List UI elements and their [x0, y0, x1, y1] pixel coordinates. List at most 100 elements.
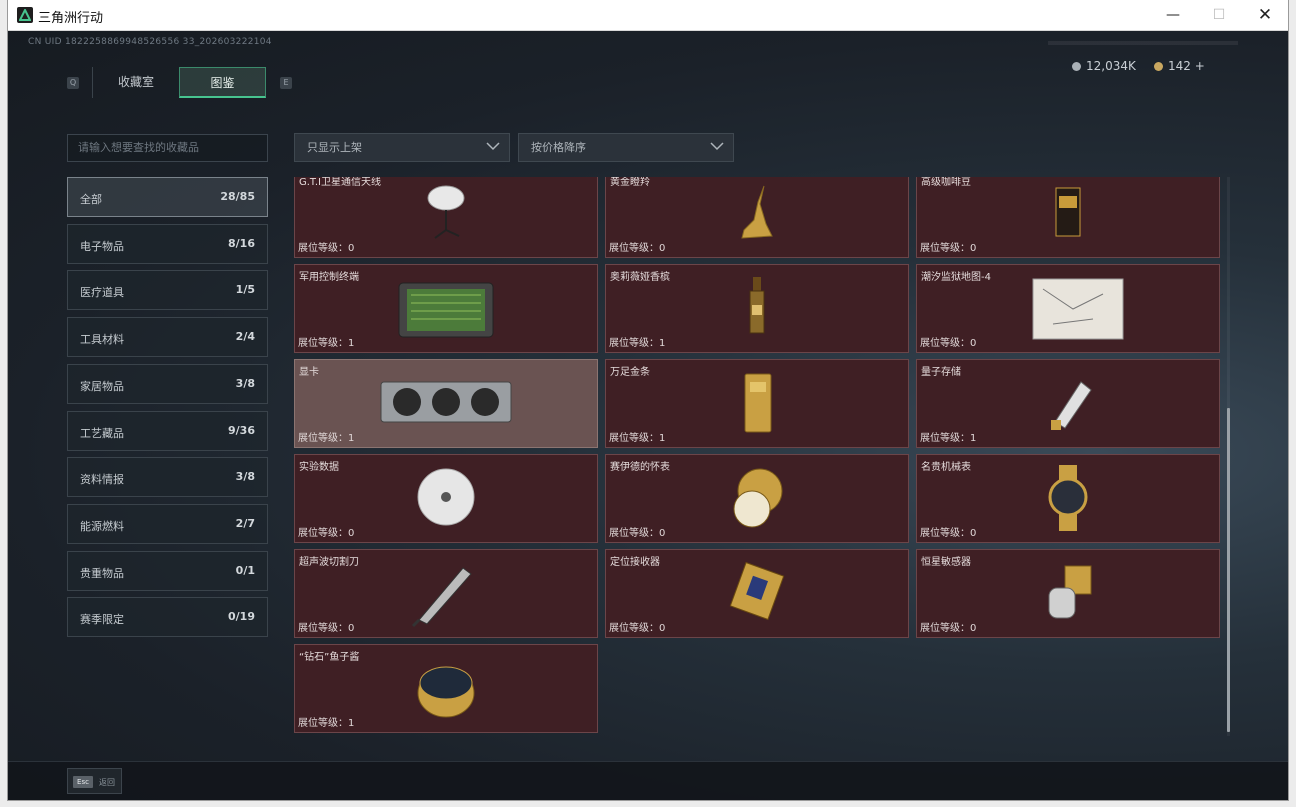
- category-item[interactable]: 电子物品 8/16: [67, 223, 268, 264]
- item-level: 展位等级：0: [609, 623, 666, 634]
- item-name: 军用控制终端: [299, 272, 359, 283]
- category-item[interactable]: 工具材料 2/4: [67, 317, 268, 358]
- category-count: 2/7: [235, 516, 255, 530]
- search-input[interactable]: 请输入想要查找的收藏品: [67, 134, 268, 162]
- caviar-tin-icon: [417, 666, 475, 718]
- control-terminal-icon: [398, 282, 494, 338]
- category-item[interactable]: 家居物品 3/8: [67, 363, 268, 404]
- item-level: 展位等级：1: [298, 433, 355, 444]
- pocket-watch-icon: [733, 468, 783, 528]
- collection-item-card[interactable]: “钻石”鱼子酱 展位等级：1: [294, 644, 598, 733]
- collection-item-card[interactable]: 名贵机械表 展位等级：0: [916, 454, 1220, 543]
- disc-icon: [417, 468, 475, 526]
- item-level: 展位等级：1: [920, 433, 977, 444]
- collection-item-card[interactable]: 赛伊德的怀表 展位等级：0: [605, 454, 909, 543]
- satellite-dish-icon: [427, 185, 465, 239]
- category-count: 3/8: [235, 376, 255, 390]
- collection-item-card[interactable]: G.T.I卫星通信天线 展位等级：0: [294, 177, 598, 258]
- champagne-bottle-icon: [749, 277, 765, 334]
- chevron-down-icon: [710, 142, 724, 151]
- collection-item-card[interactable]: 实验数据展位等级：0: [294, 454, 598, 543]
- category-label: 医疗道具: [80, 286, 124, 300]
- app-window: 三角洲行动 — ☐ ✕ CN UID 1822258869948526556 3…: [8, 0, 1288, 800]
- collection-item-card[interactable]: 显卡 展位等级：1: [294, 359, 598, 448]
- gold-currency[interactable]: 142 +: [1154, 59, 1205, 73]
- wristwatch-icon: [1048, 465, 1088, 531]
- tab-codex[interactable]: 图鉴: [179, 67, 266, 98]
- item-name: 恒星敏感器: [921, 557, 971, 568]
- item-level: 展位等级：0: [920, 243, 977, 254]
- item-level: 展位等级：0: [609, 528, 666, 539]
- gold-currency-value: 142 +: [1168, 59, 1205, 73]
- item-level: 展位等级：0: [920, 528, 977, 539]
- collection-item-card[interactable]: 定位接收器展位等级：0: [605, 549, 909, 638]
- collection-item-card[interactable]: 超声波切割刀 展位等级：0: [294, 549, 598, 638]
- item-level: 展位等级：0: [298, 623, 355, 634]
- tab-collection-room[interactable]: 收藏室: [92, 67, 179, 98]
- category-count: 1/5: [235, 283, 255, 297]
- category-label: 全部: [80, 193, 102, 206]
- header-decoration: [1048, 41, 1238, 45]
- item-name: 黄金瞪羚: [610, 177, 650, 188]
- item-name: 赛伊德的怀表: [610, 462, 670, 473]
- item-level: 展位等级：0: [920, 623, 977, 634]
- category-count: 8/16: [228, 236, 255, 250]
- category-label: 工具材料: [80, 333, 124, 347]
- item-level: 展位等级：0: [298, 243, 355, 254]
- map-icon: [1032, 278, 1124, 340]
- maximize-button[interactable]: ☐: [1196, 0, 1242, 31]
- gold-coin-icon: [1154, 62, 1163, 71]
- item-name: 万足金条: [610, 367, 650, 378]
- esc-key-icon: Esc: [73, 776, 93, 788]
- collection-item-card[interactable]: 高级咖啡豆 展位等级：0: [916, 177, 1220, 258]
- collection-item-card[interactable]: 恒星敏感器展位等级：0: [916, 549, 1220, 638]
- scrollbar-thumb[interactable]: [1227, 408, 1230, 732]
- category-count: 2/4: [235, 330, 255, 344]
- game-viewport: CN UID 1822258869948526556 33_2026032221…: [8, 31, 1288, 800]
- category-label: 资料情报: [80, 473, 124, 487]
- category-item[interactable]: 全部 28/85: [67, 177, 268, 217]
- category-item[interactable]: 能源燃料 2/7: [67, 503, 268, 544]
- back-label: 返回: [99, 778, 115, 787]
- item-name: 实验数据: [299, 462, 339, 473]
- item-level: 展位等级：1: [298, 718, 355, 729]
- category-label: 工艺藏品: [80, 426, 124, 440]
- category-item[interactable]: 工艺藏品 9/36: [67, 410, 268, 451]
- item-name: “钻石”鱼子酱: [299, 652, 360, 663]
- collection-item-card[interactable]: 奥莉薇娅香槟 展位等级：1: [605, 264, 909, 353]
- chevron-down-icon: [486, 142, 500, 151]
- item-name: G.T.I卫星通信天线: [299, 177, 381, 188]
- category-count: 3/8: [235, 470, 255, 484]
- display-filter-dropdown[interactable]: 只显示上架: [294, 133, 510, 162]
- category-count: 0/1: [235, 563, 255, 577]
- item-name: 定位接收器: [610, 557, 660, 568]
- sort-value: 按价格降序: [531, 141, 586, 154]
- collection-item-card[interactable]: 万足金条展位等级：1: [605, 359, 909, 448]
- item-name: 量子存储: [921, 367, 961, 378]
- usb-drive-icon: [1051, 381, 1092, 430]
- category-item[interactable]: 医疗道具 1/5: [67, 270, 268, 311]
- category-label: 贵重物品: [80, 566, 124, 580]
- close-button[interactable]: ✕: [1242, 0, 1288, 31]
- item-level: 展位等级：1: [609, 433, 666, 444]
- collection-item-card[interactable]: 量子存储展位等级：1: [916, 359, 1220, 448]
- item-level: 展位等级：0: [298, 528, 355, 539]
- category-item[interactable]: 资料情报 3/8: [67, 457, 268, 498]
- category-item[interactable]: 赛季限定 0/19: [67, 597, 268, 638]
- category-label: 赛季限定: [80, 613, 124, 627]
- window-title: 三角洲行动: [38, 11, 104, 26]
- category-count: 28/85: [220, 190, 255, 203]
- item-level: 展位等级：0: [920, 338, 977, 349]
- receiver-icon: [729, 561, 785, 621]
- gold-bar-icon: [744, 373, 772, 433]
- category-item[interactable]: 贵重物品 0/1: [67, 550, 268, 591]
- sort-dropdown[interactable]: 按价格降序: [518, 133, 734, 162]
- collection-item-card[interactable]: 军用控制终端 展位等级：1: [294, 264, 598, 353]
- back-button[interactable]: Esc 返回: [67, 768, 122, 794]
- item-name: 潮汐监狱地图-4: [921, 272, 991, 283]
- silver-currency-value: 12,034K: [1086, 59, 1136, 73]
- collection-item-card[interactable]: 潮汐监狱地图-4 展位等级：0: [916, 264, 1220, 353]
- item-name: 超声波切割刀: [299, 557, 359, 568]
- collection-item-card[interactable]: 黄金瞪羚 展位等级：0: [605, 177, 909, 258]
- minimize-button[interactable]: —: [1150, 0, 1196, 31]
